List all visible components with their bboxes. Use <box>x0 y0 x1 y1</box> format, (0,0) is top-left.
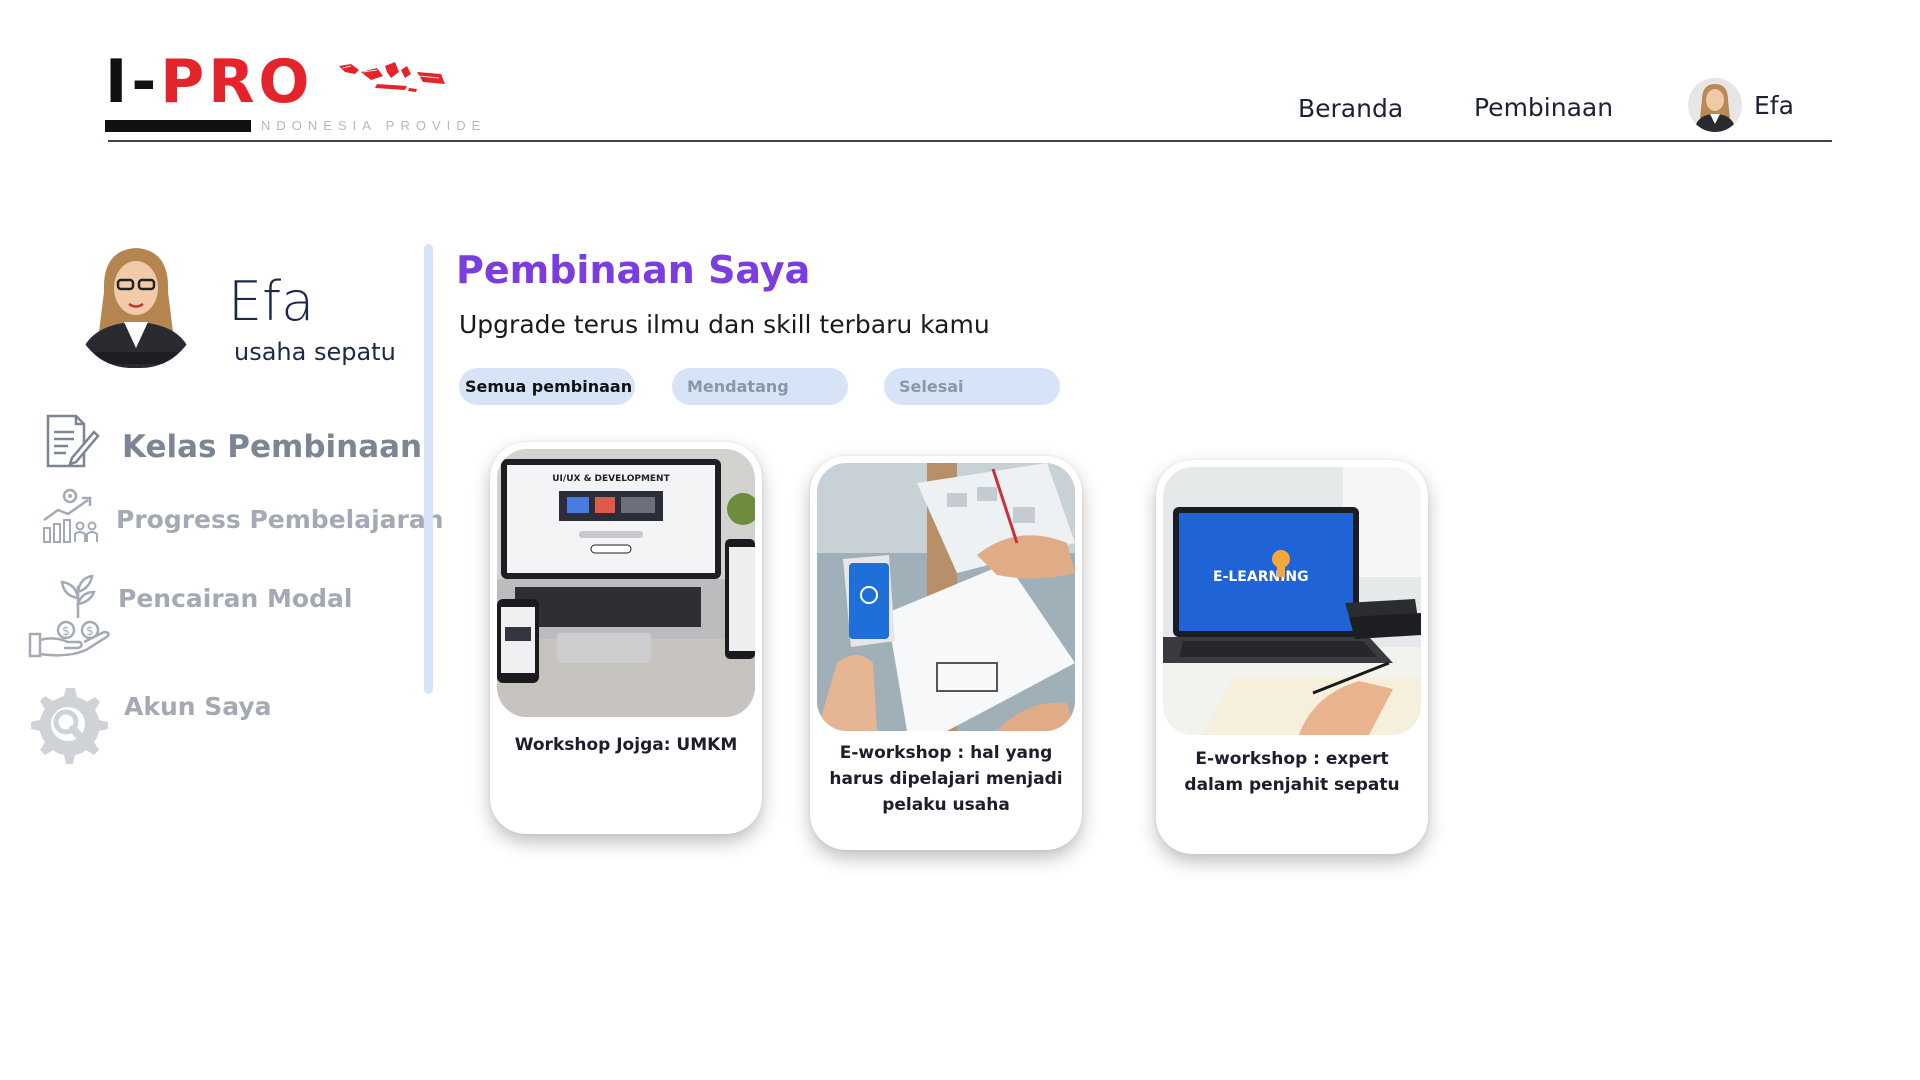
filter-semua-pembinaan[interactable]: Semua pembinaan <box>459 368 635 405</box>
course-card-title: E-workshop : expert dalam penjahit sepat… <box>1184 749 1400 795</box>
header-divider <box>108 140 1832 142</box>
money-plant-hand-icon: $ $ <box>28 574 110 658</box>
logo-text-pro: PRO <box>160 47 314 117</box>
filter-mendatang[interactable]: Mendatang <box>672 368 848 405</box>
svg-text:$: $ <box>86 624 94 638</box>
logo-text-i: I- <box>105 47 161 117</box>
filter-selesai[interactable]: Selesai <box>884 368 1060 405</box>
profile-business: usaha sepatu <box>234 338 396 366</box>
course-card-image: E-LEARNING <box>1163 467 1421 735</box>
sidebar-item-label: Akun Saya <box>124 692 272 721</box>
profile-photo <box>74 240 198 368</box>
svg-text:$: $ <box>62 624 70 638</box>
avatar <box>1688 78 1742 132</box>
course-card[interactable]: UI/UX & DEVELOPMENT Workshop Jojga: UMKM <box>490 442 762 834</box>
course-card-image: UI/UX & DEVELOPMENT <box>497 449 755 717</box>
profile-name: Efa <box>228 270 315 333</box>
page-subtitle: Upgrade terus ilmu dan skill terbaru kam… <box>459 310 990 339</box>
sidebar-item-pencairan-modal[interactable]: $ $ Pencairan Modal <box>28 568 352 662</box>
sidebar-item-kelas-pembinaan[interactable]: Kelas Pembinaan <box>42 412 422 470</box>
nav-beranda-link[interactable]: Beranda <box>1298 94 1403 123</box>
course-card-image-caption: E-LEARNING <box>1213 569 1309 585</box>
sidebar-item-akun-saya[interactable]: Akun Saya <box>28 684 272 764</box>
logo-text: I-PRO <box>105 52 313 112</box>
logo[interactable]: I-PRO NDONESIA PROVIDE <box>105 52 485 136</box>
course-card[interactable]: E-LEARNING E-workshop : expert dalam pen… <box>1156 460 1428 854</box>
document-pen-icon <box>46 414 100 468</box>
course-card-title: Workshop Jojga: UMKM <box>514 735 738 755</box>
sidebar-divider <box>424 244 433 694</box>
page-title: Pembinaan Saya <box>456 248 811 292</box>
sidebar-item-progress-pembelajaran[interactable]: Progress Pembelajaran <box>40 486 444 544</box>
nav-pembinaan-link[interactable]: Pembinaan <box>1474 93 1613 122</box>
growth-chart-icon <box>43 488 98 543</box>
course-card-image <box>817 463 1075 731</box>
sidebar-item-label: Kelas Pembinaan <box>122 429 423 465</box>
sidebar-item-label: Pencairan Modal <box>118 584 353 613</box>
logo-tagline: NDONESIA PROVIDE <box>261 118 487 133</box>
nav-user-menu[interactable]: Efa <box>1688 78 1794 132</box>
gear-search-icon <box>31 688 108 764</box>
course-card-title: E-workshop : hal yang harus dipelajari m… <box>829 743 1063 815</box>
course-card-image-caption: UI/UX & DEVELOPMENT <box>552 474 670 484</box>
course-card[interactable]: E-workshop : hal yang harus dipelajari m… <box>810 456 1082 850</box>
logo-underline <box>105 120 251 132</box>
indonesia-map-icon <box>339 62 445 92</box>
nav-user-name: Efa <box>1754 90 1794 120</box>
sidebar-item-label: Progress Pembelajaran <box>116 504 444 534</box>
